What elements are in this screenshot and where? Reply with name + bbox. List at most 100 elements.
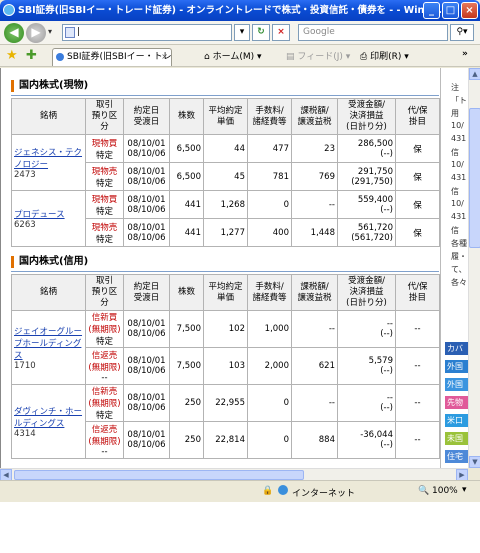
scroll-down-icon[interactable]: ▼ — [469, 456, 480, 468]
kakeme-cell: 保 — [395, 162, 440, 191]
settlement-date: 08/10/06 — [127, 176, 166, 187]
nav-dropdown-icon[interactable]: ▾ — [48, 27, 52, 36]
vertical-scrollbar[interactable]: ▲ ▼ — [468, 68, 480, 468]
search-button[interactable]: ⚲▾ — [450, 24, 474, 41]
refresh-icon[interactable]: ↻ — [252, 24, 270, 41]
column-header: 銘柄 — [11, 274, 86, 311]
trade-date: 08/10/01 — [127, 166, 166, 177]
stop-icon[interactable]: × — [272, 24, 290, 41]
profit-loss: (--) — [380, 329, 393, 339]
fee-cell: 0 — [247, 190, 292, 219]
tab-sbi[interactable]: SBI証券(旧SBIイー・トレー... × — [52, 48, 172, 66]
tax-cell: 1,448 — [291, 218, 338, 247]
quantity-cell: 441 — [169, 218, 204, 247]
maximize-button[interactable]: □ — [442, 2, 459, 19]
minimize-button[interactable]: _ — [423, 2, 440, 19]
back-button[interactable]: ◀ — [4, 23, 24, 43]
tab-label: SBI証券(旧SBIイー・トレー... — [67, 52, 172, 62]
sidebar-notice: 10/ — [451, 160, 464, 169]
trade-date: 08/10/01 — [127, 194, 166, 205]
fee-cell: 0 — [247, 384, 292, 422]
trade-type: 現物買 — [91, 138, 118, 149]
profit-loss: (--) — [380, 366, 393, 376]
stock-name-link[interactable]: プロデュース — [14, 210, 65, 220]
print-button[interactable]: ⎙ 印刷(R) ▾ — [360, 49, 409, 62]
amount: 291,750 — [357, 166, 393, 177]
column-header: 株数 — [169, 98, 204, 135]
date-cell: 08/10/01 08/10/06 — [123, 218, 170, 247]
close-button[interactable]: × — [461, 2, 478, 19]
quantity-cell: 7,500 — [169, 310, 204, 348]
tab-ie-icon — [56, 53, 64, 61]
url-dropdown-icon[interactable]: ▾ — [234, 24, 250, 41]
column-header: 手数料/ 諸経費等 — [247, 98, 292, 135]
sidebar-notice: 「ト — [451, 96, 467, 105]
forward-button[interactable]: ▶ — [26, 23, 46, 43]
account-type: -- — [101, 373, 108, 383]
price-cell: 22,814 — [203, 421, 248, 459]
trade-type-cell: 現物売 特定 — [85, 162, 124, 191]
sidebar-notice: 431 — [451, 212, 467, 221]
date-cell: 08/10/01 08/10/06 — [123, 421, 170, 459]
trade-type-cell: 現物買 特定 — [85, 190, 124, 219]
address-bar: ◀ ▶ ▾ | ▾ ↻ × Google ⚲▾ — [0, 21, 480, 45]
status-bar: 🔒 インターネット 🔍 100% ▾ — [0, 480, 480, 502]
column-header: 平均約定 単価 — [203, 98, 248, 135]
url-input[interactable]: | — [62, 24, 232, 41]
date-cell: 08/10/01 08/10/06 — [123, 190, 170, 219]
trade-type: 現物売 — [91, 166, 118, 177]
sidebar-notice: 信 — [451, 148, 459, 157]
feed-button[interactable]: ▤ フィード(J) ▾ — [286, 49, 350, 62]
sidebar-link-button[interactable]: 住宅 — [445, 450, 468, 463]
stock-name-link[interactable]: ダヴィンチ・ホールディングス — [14, 407, 82, 429]
section-divider — [11, 271, 439, 272]
sidebar-notice: 信 — [451, 226, 459, 235]
trade-type-cell: 信返売 (無期限) -- — [85, 347, 124, 385]
stock-name-link[interactable]: ジェイオーグループホールディングス — [14, 327, 82, 361]
trade-type-cell: 現物売 特定 — [85, 218, 124, 247]
trade-type: 現物売 — [91, 222, 118, 233]
sidebar-link-button[interactable]: 外国 — [445, 378, 468, 391]
stock-name-cell: ダヴィンチ・ホールディングス 4314 — [11, 384, 86, 459]
favorites-star-icon[interactable]: ★ — [6, 48, 18, 63]
column-header: 課税額/ 譲渡益税 — [291, 98, 338, 135]
tab-close-icon[interactable]: × — [161, 49, 168, 65]
sidebar-link-button[interactable]: カバ — [445, 342, 468, 355]
price-cell: 103 — [203, 347, 248, 385]
column-header: 代/保 掛目 — [395, 274, 440, 311]
profit-loss: (--) — [380, 204, 393, 215]
url-text: | — [77, 27, 81, 37]
account-type: -- — [101, 447, 108, 457]
amount: 561,720 — [357, 222, 393, 233]
sidebar-link-button[interactable]: 未国 — [445, 432, 468, 445]
kakeme-cell: 保 — [395, 190, 440, 219]
add-favorite-icon[interactable]: ✚ — [26, 48, 37, 63]
trade-type-cell: 信新買 (無期限) 特定 — [85, 310, 124, 348]
hscroll-thumb[interactable] — [14, 470, 304, 480]
column-header: 受渡金額/ 決済損益 (日計り分) — [337, 98, 396, 135]
table-row: プロデュース 6263 現物買 特定 08/10/01 08/10/06 441 1,268 0… — [11, 190, 440, 247]
scroll-up-icon[interactable]: ▲ — [469, 68, 480, 80]
fee-cell: 0 — [247, 421, 292, 459]
credit-term: (無期限) — [88, 437, 121, 447]
zoom-dropdown-icon[interactable]: ▾ — [462, 485, 467, 495]
zoom-level[interactable]: 100% — [432, 486, 458, 496]
horizontal-scrollbar[interactable]: ◀ ▶ — [0, 468, 468, 481]
settlement-date: 08/10/06 — [127, 366, 166, 376]
sidebar-notice: 用 — [451, 109, 459, 118]
more-commands-icon[interactable]: » — [462, 49, 468, 59]
column-header: 取引 預り区分 — [85, 98, 124, 135]
stock-code: 1710 — [14, 360, 36, 371]
table-row: ダヴィンチ・ホールディングス 4314 信新売 (無期限) 特定 08/10/01 08/1… — [11, 384, 440, 459]
stock-name-cell: ジェネシス・テクノロジー 2473 — [11, 134, 86, 191]
sidebar-link-button[interactable]: 先物 — [445, 396, 468, 409]
scroll-thumb[interactable] — [469, 108, 480, 248]
price-cell: 102 — [203, 310, 248, 348]
sidebar-notice: 10/ — [451, 199, 464, 208]
stock-name-link[interactable]: ジェネシス・テクノロジー — [14, 148, 82, 170]
sidebar-link-button[interactable]: 米口 — [445, 414, 468, 427]
sidebar-link-button[interactable]: 外国 — [445, 360, 468, 373]
search-input[interactable]: Google — [298, 24, 448, 41]
trade-date: 08/10/01 — [127, 430, 166, 440]
home-button[interactable]: ⌂ ホーム(M) ▾ — [204, 49, 262, 62]
